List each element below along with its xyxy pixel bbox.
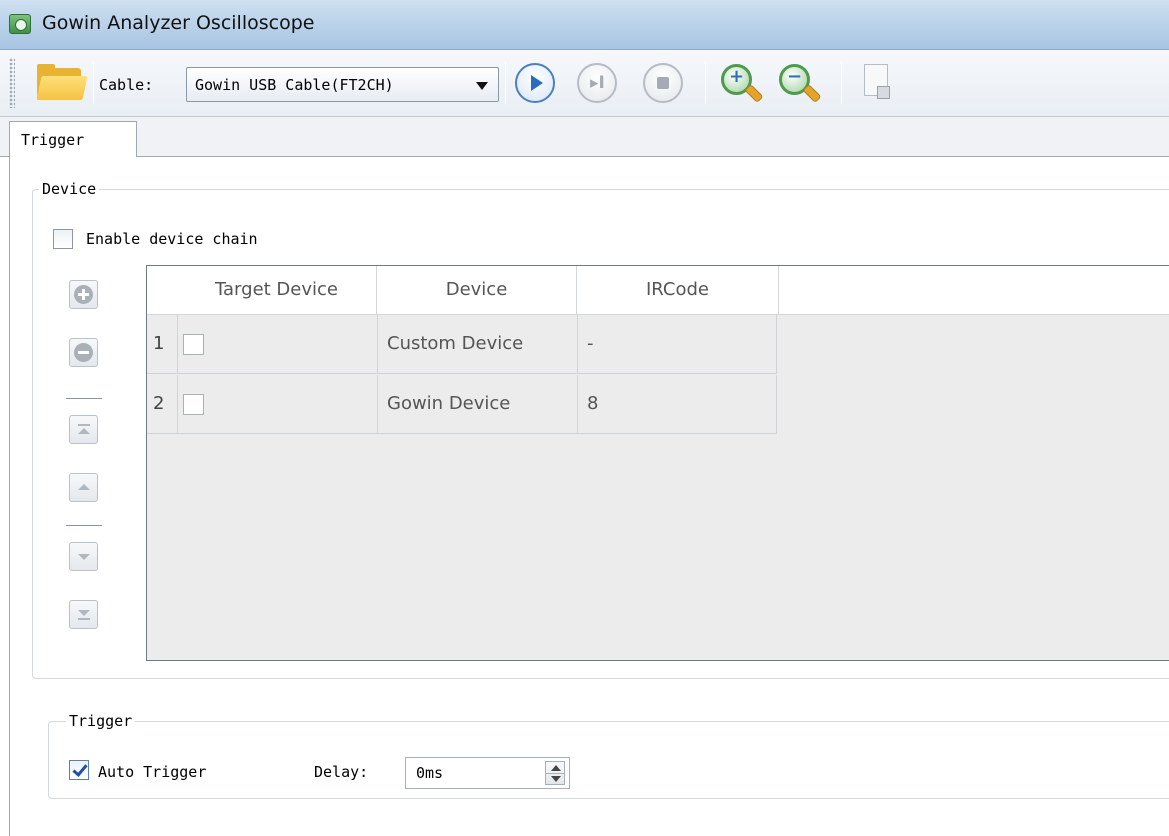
move-top-button[interactable] — [69, 415, 98, 444]
tab-trigger[interactable]: Trigger — [9, 121, 137, 158]
column-header-device[interactable]: Device — [377, 266, 577, 314]
step-button[interactable]: ▸I — [577, 63, 617, 103]
table-header: Target Device Device IRCode — [147, 266, 1169, 315]
toolbar-divider — [705, 62, 706, 104]
export-button[interactable] — [860, 62, 894, 106]
zoom-out-button[interactable]: − — [776, 62, 822, 106]
table-row[interactable]: 2 Gowin Device 8 — [147, 375, 777, 434]
table-row[interactable]: 1 Custom Device - — [147, 315, 777, 374]
cable-select[interactable]: Gowin USB Cable(FT2CH) — [186, 67, 499, 102]
move-down-button[interactable] — [69, 542, 98, 571]
window-title: Gowin Analyzer Oscilloscope — [42, 12, 315, 34]
add-icon — [74, 285, 93, 304]
cable-label: Cable: — [99, 76, 154, 94]
trigger-group — [48, 721, 1169, 799]
stop-button[interactable] — [643, 63, 683, 103]
auto-trigger-label: Auto Trigger — [98, 763, 207, 781]
trigger-group-title: Trigger — [66, 712, 136, 730]
zoom-in-button[interactable]: + — [718, 62, 764, 106]
device-table: Target Device Device IRCode 1 Custom Dev… — [146, 265, 1169, 661]
side-divider — [66, 525, 102, 526]
spin-arrows-icon[interactable] — [545, 761, 565, 785]
toolbar-divider — [505, 62, 506, 104]
cable-select-value: Gowin USB Cable(FT2CH) — [195, 76, 394, 94]
target-cell — [177, 375, 377, 433]
toolbar-divider — [841, 62, 842, 104]
move-down-icon — [78, 554, 90, 560]
device-cell: Custom Device — [377, 315, 577, 373]
side-divider — [66, 398, 102, 399]
add-device-button[interactable] — [69, 280, 98, 309]
delay-value: 0ms — [416, 764, 444, 782]
enable-device-chain-checkbox[interactable] — [53, 229, 73, 249]
ircode-cell: 8 — [577, 375, 777, 433]
auto-trigger-checkbox[interactable] — [69, 760, 89, 780]
row-number: 1 — [153, 333, 165, 354]
gowin-app-icon — [9, 14, 31, 34]
row-number: 2 — [153, 393, 165, 414]
device-cell: Gowin Device — [377, 375, 577, 433]
ircode-cell: - — [577, 315, 777, 373]
toolbar-divider — [93, 62, 94, 104]
remove-device-button[interactable] — [69, 338, 98, 367]
delay-spinbox[interactable]: 0ms — [405, 757, 570, 789]
move-bottom-button[interactable] — [69, 600, 98, 629]
tab-label: Trigger — [21, 131, 85, 149]
column-header-ircode[interactable]: IRCode — [577, 266, 779, 314]
remove-icon — [74, 343, 93, 362]
move-up-icon — [78, 484, 90, 490]
column-header-target-device[interactable]: Target Device — [177, 266, 377, 314]
dropdown-arrow-icon — [476, 82, 488, 90]
run-button[interactable] — [515, 63, 555, 103]
move-up-button[interactable] — [69, 473, 98, 502]
trigger-panel: Device Enable device chain Target Device… — [9, 157, 1169, 836]
run-icon — [531, 75, 543, 91]
title-bar: Gowin Analyzer Oscilloscope — [0, 0, 1169, 50]
tab-strip: Trigger — [0, 117, 1169, 158]
toolbar-grip[interactable] — [9, 58, 15, 108]
open-button[interactable] — [33, 62, 89, 104]
enable-device-chain-label: Enable device chain — [86, 230, 258, 248]
device-group-title: Device — [39, 180, 100, 198]
toolbar: Cable: Gowin USB Cable(FT2CH) ▸I + − — [0, 50, 1169, 117]
target-cell — [177, 315, 377, 373]
delay-label: Delay: — [314, 763, 369, 781]
step-icon: ▸I — [590, 73, 605, 93]
stop-icon — [657, 77, 669, 89]
